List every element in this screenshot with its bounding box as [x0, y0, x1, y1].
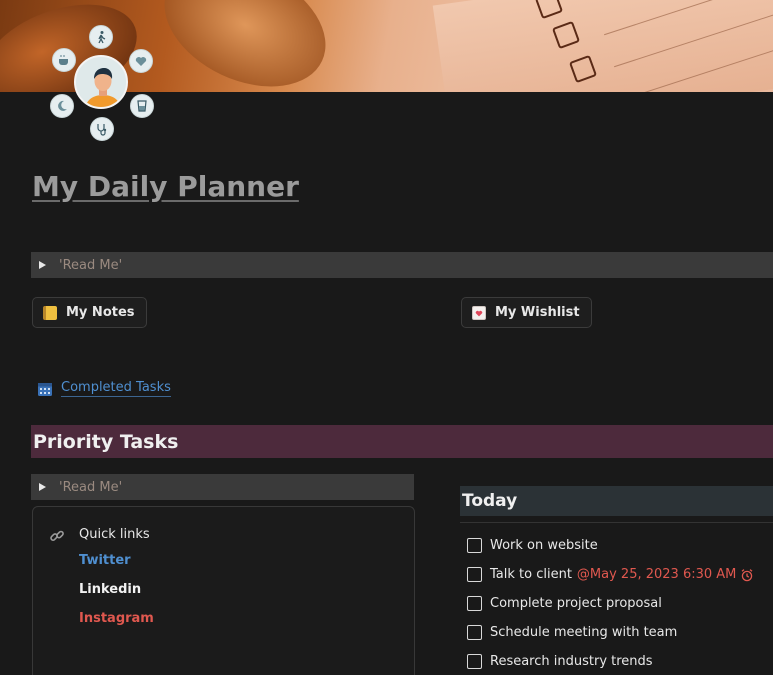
- my-wishlist-button[interactable]: My Wishlist: [461, 297, 592, 328]
- love-letter-icon: [472, 305, 486, 320]
- completed-tasks-label[interactable]: Completed Tasks: [61, 380, 171, 397]
- page-icon[interactable]: [46, 22, 158, 146]
- todo-checkbox[interactable]: [467, 596, 482, 611]
- read-me-toggle[interactable]: 'Read Me': [31, 252, 773, 278]
- todo-label[interactable]: Complete project proposal: [490, 596, 662, 611]
- date-mention[interactable]: @May 25, 2023 6:30 AM: [577, 567, 736, 582]
- todo-checkbox[interactable]: [467, 567, 482, 582]
- link-chain-icon: [50, 530, 64, 541]
- quick-links-title: Quick links: [79, 527, 150, 542]
- notion-page: My Daily Planner 'Read Me' My Notes My W…: [0, 0, 773, 675]
- twitter-link[interactable]: Twitter: [79, 553, 131, 568]
- todo-item: Work on website: [467, 538, 598, 553]
- notebook-icon: [43, 305, 57, 320]
- todo-label[interactable]: Work on website: [490, 538, 598, 553]
- todo-checkbox[interactable]: [467, 654, 482, 669]
- divider: [460, 522, 773, 523]
- linkedin-link[interactable]: Linkedin: [79, 582, 141, 597]
- today-heading: Today: [460, 486, 773, 516]
- completed-tasks-link[interactable]: Completed Tasks: [37, 380, 171, 397]
- my-wishlist-label: My Wishlist: [495, 305, 580, 320]
- my-notes-button[interactable]: My Notes: [32, 297, 147, 328]
- my-notes-label: My Notes: [66, 305, 135, 320]
- stethoscope-icon: [90, 117, 114, 141]
- todo-item: Research industry trends: [467, 654, 653, 669]
- coffee-icon: [52, 48, 76, 72]
- moon-icon: [50, 94, 74, 118]
- toggle-label: 'Read Me': [59, 257, 123, 273]
- read-me-toggle[interactable]: 'Read Me': [31, 474, 414, 500]
- todo-label[interactable]: Talk to client: [490, 567, 572, 582]
- todo-label[interactable]: Schedule meeting with team: [490, 625, 677, 640]
- todo-checkbox[interactable]: [467, 625, 482, 640]
- toggle-triangle-icon[interactable]: [39, 261, 46, 269]
- todo-item: Complete project proposal: [467, 596, 662, 611]
- quick-links-callout: Quick links Twitter Linkedin Instagram: [32, 506, 415, 675]
- todo-item: Talk to client @May 25, 2023 6:30 AM: [467, 567, 754, 582]
- toggle-triangle-icon[interactable]: [39, 483, 46, 491]
- todo-item: Schedule meeting with team: [467, 625, 677, 640]
- heart-icon: [129, 49, 153, 73]
- walking-icon: [89, 25, 113, 49]
- alarm-clock-icon: [741, 568, 753, 581]
- instagram-link[interactable]: Instagram: [79, 611, 154, 626]
- water-glass-icon: [130, 94, 154, 118]
- priority-tasks-heading: Priority Tasks: [31, 425, 773, 458]
- todo-checkbox[interactable]: [467, 538, 482, 553]
- toggle-label: 'Read Me': [59, 479, 123, 495]
- calendar-icon: [38, 382, 52, 396]
- avatar: [74, 55, 128, 109]
- todo-label[interactable]: Research industry trends: [490, 654, 653, 669]
- page-title[interactable]: My Daily Planner: [32, 170, 299, 203]
